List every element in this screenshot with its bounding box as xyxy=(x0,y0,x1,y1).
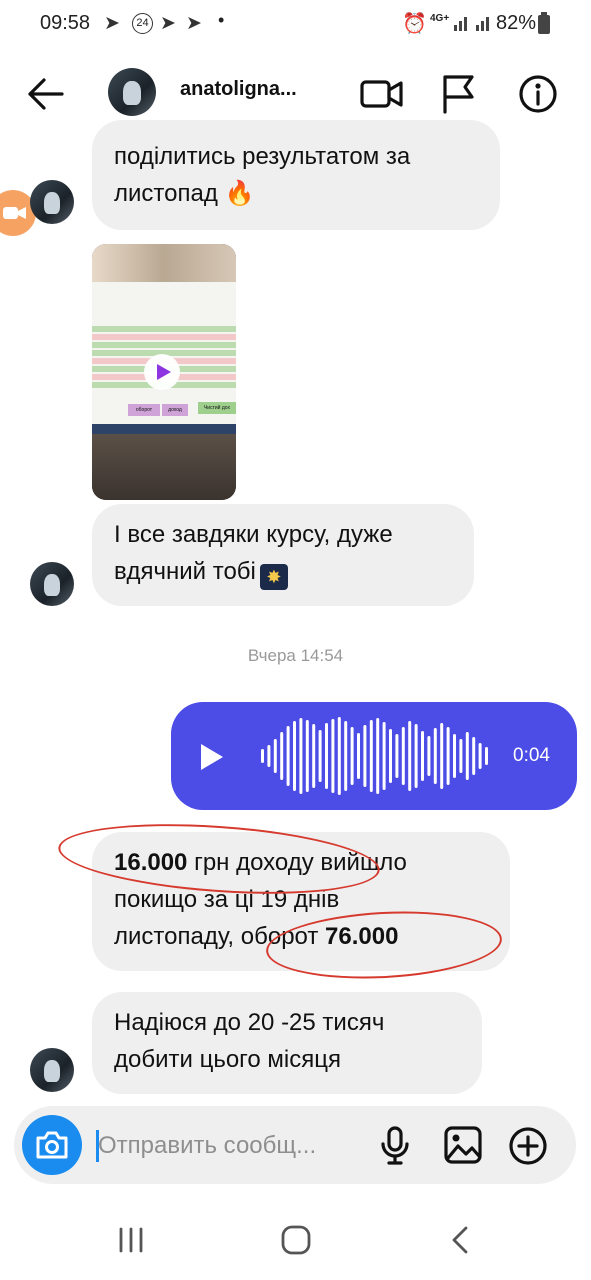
waveform-bar xyxy=(453,734,456,778)
waveform-bar xyxy=(331,719,335,793)
flag-icon[interactable] xyxy=(440,74,476,114)
spreadsheet-row xyxy=(92,342,236,348)
message-line: вдячний тобі ✸ xyxy=(114,553,452,590)
header-avatar[interactable] xyxy=(108,68,156,116)
play-icon xyxy=(157,364,171,380)
system-nav-bar xyxy=(0,1200,591,1280)
waveform-bar xyxy=(446,727,450,785)
waveform-bar xyxy=(261,749,264,763)
waveform-bar xyxy=(337,717,341,795)
video-call-icon[interactable] xyxy=(360,74,404,114)
spreadsheet-row xyxy=(92,334,236,340)
incoming-message[interactable]: Надіюся до 20 -25 тисяч добити цього міс… xyxy=(92,992,482,1094)
waveform-bar xyxy=(299,718,303,794)
waveform-bar xyxy=(318,730,322,782)
sender-avatar[interactable] xyxy=(30,180,74,224)
waveform-bar xyxy=(459,739,463,773)
waveform-bar xyxy=(389,729,392,783)
waveform-bar xyxy=(440,723,444,789)
sender-avatar[interactable] xyxy=(30,1048,74,1092)
waveform-bar xyxy=(344,721,348,791)
sender-avatar[interactable] xyxy=(30,562,74,606)
telegram-icon: ➤ xyxy=(160,13,176,34)
telegram-icon: ➤ xyxy=(104,13,120,34)
message-line: І все завдяки курсу, дуже xyxy=(114,521,393,548)
tg-badge: 24 xyxy=(132,13,153,34)
microphone-icon[interactable] xyxy=(380,1126,410,1166)
waveform-bar xyxy=(395,734,399,778)
audio-waveform xyxy=(261,717,488,795)
camera-button[interactable] xyxy=(22,1115,82,1175)
waveform-bar xyxy=(325,723,328,789)
timestamp: Вчера 14:54 xyxy=(247,646,344,665)
video-message[interactable]: оборот доход Чистий дох xyxy=(92,244,236,500)
waveform-bar xyxy=(267,745,271,767)
waveform-bar xyxy=(465,732,469,780)
gallery-icon[interactable] xyxy=(444,1126,482,1164)
telegram-icon: ➤ xyxy=(186,13,202,34)
username[interactable]: anatolignа... xyxy=(180,78,297,101)
add-icon[interactable] xyxy=(508,1126,548,1166)
waveform-bar xyxy=(293,721,296,791)
dot-icon: • xyxy=(218,10,225,30)
message-input[interactable]: Отправить сообщ... xyxy=(98,1132,316,1160)
play-icon[interactable] xyxy=(199,742,225,772)
taskbar xyxy=(92,424,236,434)
voice-duration: 0:04 xyxy=(513,745,550,766)
status-time: 09:58 xyxy=(40,12,91,34)
battery-icon xyxy=(538,12,550,34)
back-arrow-icon[interactable] xyxy=(24,72,68,116)
waveform-bar xyxy=(414,724,418,788)
message-line: листопад 🔥 xyxy=(114,175,478,212)
waveform-bar xyxy=(433,728,437,784)
incoming-message[interactable]: І все завдяки курсу, дуже вдячний тобі ✸ xyxy=(92,504,474,606)
waveform-bar xyxy=(273,739,277,773)
message-text: вдячний тобі xyxy=(114,558,256,585)
message-composer: Отправить сообщ... xyxy=(14,1106,576,1184)
camera-icon xyxy=(3,207,26,219)
network-type: 4G+ xyxy=(430,13,450,24)
message-line: добити цього місяця xyxy=(114,1046,341,1073)
video-background xyxy=(92,244,236,284)
waveform-bar xyxy=(485,747,488,765)
waveform-bar xyxy=(357,733,360,779)
recent-apps-icon[interactable] xyxy=(116,1226,146,1254)
play-button[interactable] xyxy=(144,354,180,390)
waveform-bar xyxy=(363,725,367,787)
fire-emoji-icon: 🔥 xyxy=(224,180,255,207)
waveform-bar xyxy=(376,718,380,794)
message-text: листопад xyxy=(114,180,218,207)
waveform-bar xyxy=(280,732,284,780)
spreadsheet-cell: Чистий дох xyxy=(198,402,236,414)
waveform-bar xyxy=(427,736,431,776)
waveform-bar xyxy=(286,726,290,786)
waveform-bar xyxy=(408,721,412,791)
spreadsheet-cell: оборот xyxy=(128,404,160,416)
waveform-bar xyxy=(382,722,386,790)
waveform-bar xyxy=(472,737,476,775)
spreadsheet-cell: доход xyxy=(162,404,188,416)
info-icon[interactable] xyxy=(518,74,558,114)
message-line: поділитись результатом за xyxy=(114,143,411,170)
camera-icon xyxy=(36,1131,68,1159)
back-nav-icon[interactable] xyxy=(448,1224,472,1256)
signal-icon xyxy=(454,17,489,31)
waveform-bar xyxy=(350,727,354,785)
battery-level: 82% xyxy=(496,12,537,34)
waveform-bar xyxy=(478,743,482,769)
incoming-message[interactable]: поділитись результатом за листопад 🔥 xyxy=(92,120,500,230)
waveform-bar xyxy=(312,724,316,788)
waveform-bar xyxy=(305,720,309,792)
status-bar: 09:58 ➤ 24 ➤ ➤ • ⏰ 4G+ 82% xyxy=(0,0,591,48)
fireworks-emoji-icon: ✸ xyxy=(259,564,288,590)
spreadsheet-row xyxy=(92,326,236,332)
desk-surface xyxy=(92,434,236,500)
home-icon[interactable] xyxy=(280,1224,312,1256)
alarm-icon: ⏰ xyxy=(402,13,427,35)
waveform-bar xyxy=(421,731,424,781)
voice-message[interactable]: 0:04 xyxy=(171,702,577,810)
waveform-bar xyxy=(401,727,405,785)
message-line: Надіюся до 20 -25 тисяч xyxy=(114,1009,385,1036)
waveform-bar xyxy=(369,720,373,792)
